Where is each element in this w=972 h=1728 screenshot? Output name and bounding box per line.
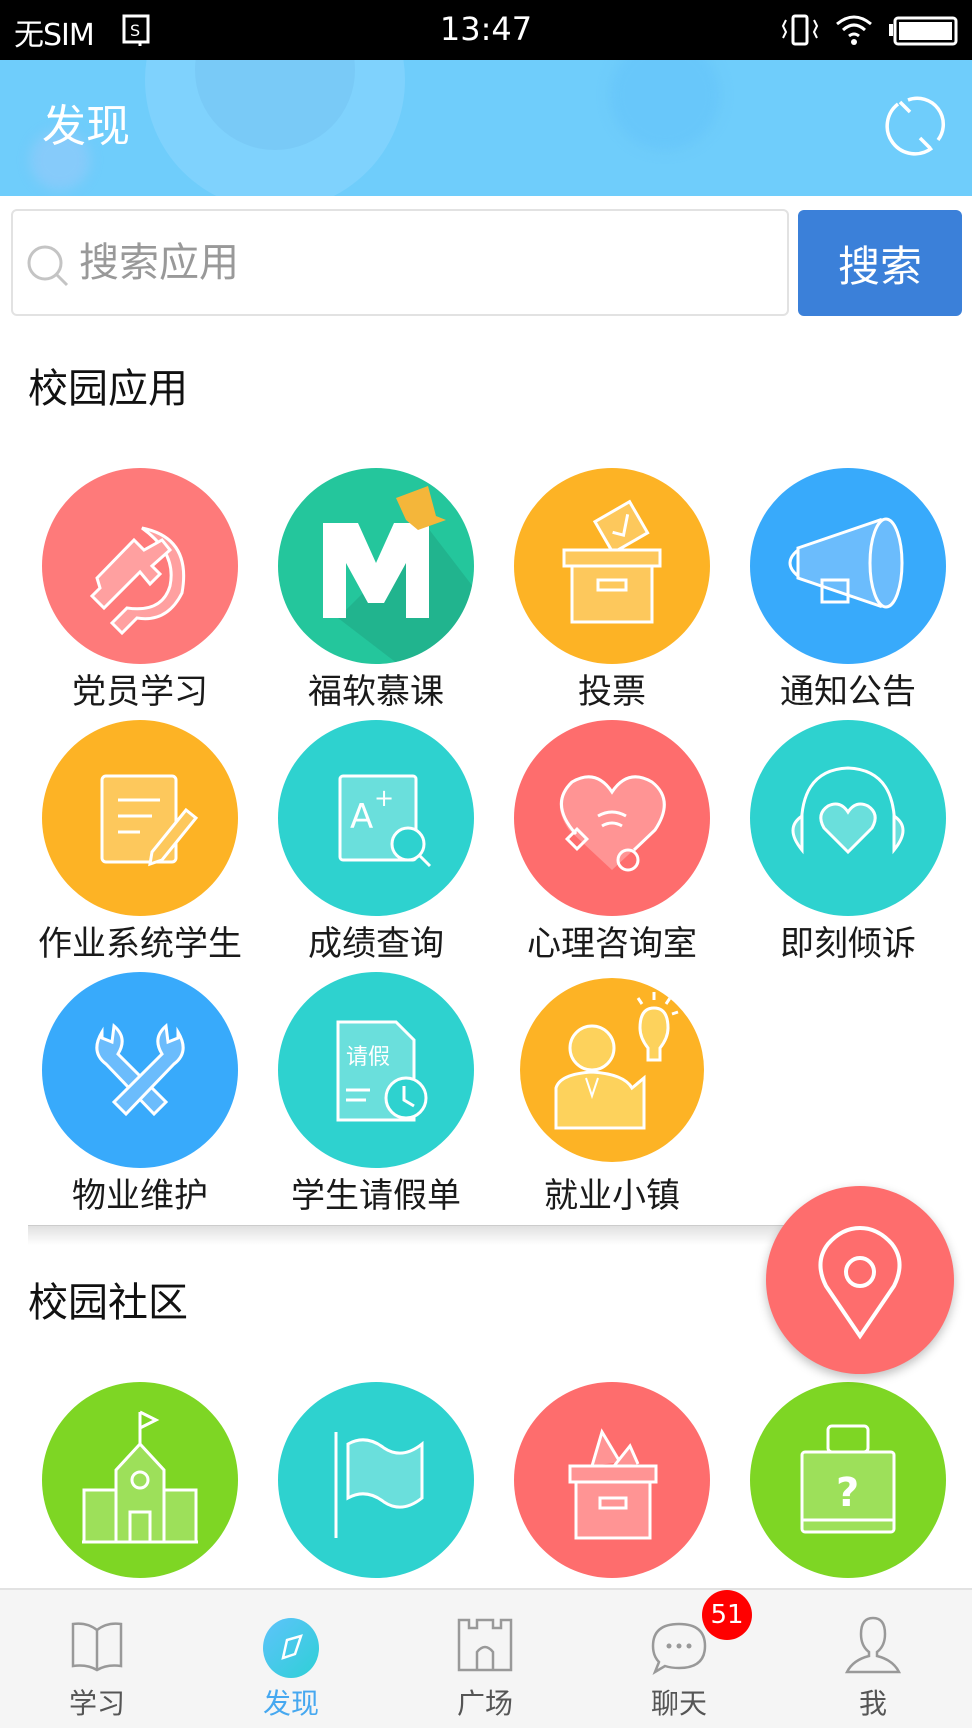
tab-discover[interactable]: 发现 (194, 1590, 388, 1728)
svg-text:A: A (350, 797, 373, 837)
section-divider (28, 1225, 788, 1245)
tab-label: 聊天 (650, 1687, 707, 1720)
community-app-school[interactable] (42, 1382, 238, 1578)
megaphone-icon (788, 517, 904, 609)
app-vote[interactable]: 投票 (472, 468, 712, 712)
battery-icon (889, 16, 958, 46)
tab-label: 我 (858, 1687, 887, 1720)
svg-text:?: ? (836, 1470, 859, 1516)
header-decoration (610, 60, 720, 150)
mooc-m-icon (323, 486, 474, 664)
tab-label: 学习 (68, 1687, 125, 1720)
app-mooc[interactable]: 福软慕课 (236, 468, 476, 712)
app-leave-request[interactable]: 请假 学生请假单 (236, 972, 476, 1216)
flag-icon (334, 1432, 424, 1538)
svg-text:+: + (374, 784, 394, 812)
leave-form-icon: 请假 (336, 1020, 428, 1122)
location-fab-button[interactable] (766, 1186, 954, 1374)
ballot-box-icon (562, 499, 662, 624)
tab-plaza[interactable]: 广场 (388, 1590, 582, 1728)
status-bar: 无SIM S 13:47 (0, 0, 972, 60)
lost-found-icon: ? (800, 1424, 896, 1534)
tab-study[interactable]: 学习 (0, 1590, 194, 1728)
career-idea-icon (554, 992, 679, 1130)
leave-form-text: 请假 (346, 1045, 390, 1070)
app-confide[interactable]: 即刻倾诉 (708, 720, 948, 964)
tab-me[interactable]: 我 (776, 1590, 970, 1728)
search-input[interactable] (79, 227, 769, 299)
tab-label: 发现 (262, 1687, 319, 1720)
person-icon (844, 1616, 902, 1674)
app-label: 即刻倾诉 (780, 924, 916, 964)
community-app-suggestion-box[interactable] (514, 1382, 710, 1578)
section-title-campus-apps: 校园应用 (28, 366, 188, 412)
header: 发现 (0, 60, 972, 196)
page-title: 发现 (42, 101, 130, 152)
app-maintenance[interactable]: 物业维护 (0, 972, 240, 1216)
app-grades[interactable]: A + 成绩查询 (236, 720, 476, 964)
search-icon (27, 245, 69, 287)
chat-icon (651, 1622, 707, 1675)
homework-edit-icon (100, 774, 199, 867)
grade-search-icon: A + (338, 774, 432, 868)
suggestion-box-icon (568, 1428, 658, 1540)
section-title-campus-community: 校园社区 (28, 1280, 188, 1326)
app-counseling[interactable]: 心理咨询室 (472, 720, 712, 964)
chat-unread-badge: 51 (702, 1590, 752, 1640)
app-label: 就业小镇 (544, 1176, 680, 1216)
location-pin-icon (818, 1225, 902, 1340)
app-homework[interactable]: 作业系统学生 (0, 720, 242, 964)
search-field[interactable] (11, 209, 789, 316)
hammer-sickle-icon (89, 526, 186, 636)
tab-label: 广场 (456, 1687, 513, 1720)
book-icon (71, 1622, 123, 1672)
heart-stethoscope-icon (559, 775, 666, 872)
community-app-lost-found[interactable]: ? (750, 1382, 946, 1578)
community-app-flag[interactable] (278, 1382, 474, 1578)
headphones-heart-icon (791, 766, 905, 855)
castle-icon (457, 1618, 513, 1672)
school-building-icon (82, 1410, 198, 1544)
app-career[interactable]: 就业小镇 (472, 972, 712, 1216)
refresh-icon[interactable] (878, 90, 950, 162)
vibrate-icon (781, 14, 819, 46)
clock: 13:47 (439, 10, 533, 48)
app-label: 通知公告 (780, 672, 916, 712)
bottom-tab-bar: 学习 发现 广场 聊天 我 (0, 1588, 972, 1728)
wifi-icon (836, 15, 872, 45)
compass-icon (263, 1618, 319, 1678)
search-button[interactable]: 搜索 (798, 210, 962, 316)
app-party-study[interactable]: 党员学习 (0, 468, 240, 712)
app-notice[interactable]: 通知公告 (708, 468, 948, 712)
wrench-icon (95, 1023, 185, 1117)
